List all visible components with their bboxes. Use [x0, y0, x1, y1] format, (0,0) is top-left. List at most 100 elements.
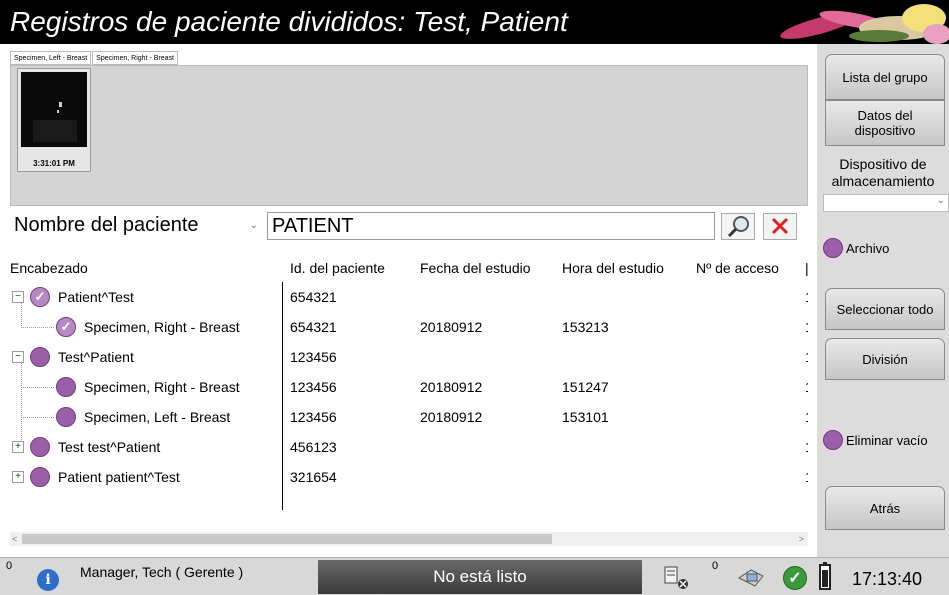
info-icon[interactable]: i [37, 569, 59, 591]
table-row[interactable]: − ✓ Patient^Test 654321 1 [10, 282, 808, 312]
patient-table: Encabezado Id. del paciente Fecha del es… [10, 256, 808, 540]
collapse-icon[interactable]: − [12, 351, 24, 363]
circle-icon[interactable] [30, 467, 50, 487]
clear-search-button[interactable] [763, 213, 797, 240]
checked-circle-icon[interactable]: ✓ [30, 287, 50, 307]
search-icon [727, 216, 749, 238]
storage-device-select[interactable]: ⌄ [823, 194, 949, 212]
row-study-date: 20180912 [420, 409, 483, 425]
row-name: Patient patient^Test [58, 469, 180, 485]
thumbnail-image [21, 72, 87, 147]
row-truncated-value: 1 [805, 462, 808, 492]
scroll-left-icon[interactable]: < [12, 532, 17, 546]
select-all-button[interactable]: Seleccionar todo [825, 288, 945, 330]
row-study-date: 20180912 [420, 379, 483, 395]
row-patient-id: 123456 [290, 349, 337, 365]
network-icon[interactable] [735, 564, 769, 590]
expand-icon[interactable]: + [12, 441, 24, 453]
notification-count: 0 [6, 560, 13, 572]
column-header-encabezado[interactable]: Encabezado [10, 256, 88, 280]
row-patient-id: 456123 [290, 439, 337, 455]
thumbnail-time: 3:31:01 PM [33, 159, 75, 168]
right-panel: Lista del grupo Datos del dispositivo Di… [817, 44, 949, 557]
chevron-down-icon: ⌄ [936, 195, 945, 206]
delete-empty-label: Eliminar vacío [846, 432, 928, 448]
back-button[interactable]: Atrás [825, 486, 945, 530]
title-bar: Registros de paciente divididos: Test, P… [0, 0, 949, 44]
search-button[interactable] [721, 213, 755, 240]
search-input[interactable] [267, 212, 715, 240]
row-truncated-value: 1 [805, 432, 808, 462]
search-field-select[interactable]: Nombre del paciente ⌄ [10, 212, 264, 240]
window-title: Registros de paciente divididos: Test, P… [10, 6, 568, 37]
column-header-patient-id[interactable]: Id. del paciente [290, 256, 385, 280]
row-study-time: 153213 [562, 319, 609, 335]
horizontal-scrollbar[interactable]: < > [10, 532, 808, 546]
queue-count: 0 [712, 560, 719, 572]
archive-option[interactable]: Archivo [823, 236, 889, 260]
row-patient-id: 654321 [290, 319, 337, 335]
collapse-icon[interactable]: − [12, 291, 24, 303]
main-panel: Specimen, Left - Breast Specimen, Right … [0, 44, 817, 557]
row-name: Test test^Patient [58, 439, 161, 455]
row-patient-id: 654321 [290, 289, 337, 305]
table-row[interactable]: Specimen, Right - Breast 123456 20180912… [10, 372, 808, 402]
battery-icon[interactable] [817, 562, 833, 592]
thumbnail-area: 3:31:01 PM [10, 65, 808, 206]
circle-icon [823, 430, 843, 450]
delete-empty-option[interactable]: Eliminar vacío [823, 428, 928, 452]
circle-icon[interactable] [56, 377, 76, 397]
device-data-button[interactable]: Datos del dispositivo [825, 100, 945, 146]
column-header-truncated: | [805, 260, 808, 276]
tab-specimen-left[interactable]: Specimen, Left - Breast [10, 51, 92, 65]
column-header-study-time[interactable]: Hora del estudio [562, 256, 664, 280]
system-status-message: No está listo [318, 560, 642, 594]
row-patient-id: 123456 [290, 379, 337, 395]
table-row[interactable]: Specimen, Left - Breast 123456 20180912 … [10, 402, 808, 432]
row-name: Patient^Test [58, 289, 134, 305]
row-truncated-value: 1 [805, 282, 808, 312]
row-study-time: 151247 [562, 379, 609, 395]
search-field-value: Nombre del paciente [14, 214, 199, 236]
archive-label: Archivo [846, 240, 890, 256]
row-name: Specimen, Right - Breast [84, 379, 240, 395]
series-tabs: Specimen, Left - Breast Specimen, Right … [10, 51, 179, 65]
table-row[interactable]: + Test test^Patient 456123 1 [10, 432, 808, 462]
circle-icon [823, 238, 843, 258]
print-queue-icon[interactable] [661, 563, 691, 591]
scroll-right-icon[interactable]: > [799, 532, 804, 546]
row-patient-id: 321654 [290, 469, 337, 485]
scrollbar-thumb[interactable] [22, 534, 552, 544]
check-status-icon[interactable]: ✓ [783, 566, 807, 590]
row-patient-id: 123456 [290, 409, 337, 425]
split-button[interactable]: División [825, 338, 945, 380]
table-row[interactable]: + Patient patient^Test 321654 1 [10, 462, 808, 492]
expand-icon[interactable]: + [12, 471, 24, 483]
chevron-down-icon: ⌄ [249, 220, 258, 231]
row-truncated-value: 1 [805, 312, 808, 342]
checked-circle-icon[interactable]: ✓ [56, 317, 76, 337]
table-row[interactable]: ✓ Specimen, Right - Breast 654321 201809… [10, 312, 808, 342]
row-name: Specimen, Left - Breast [84, 409, 231, 425]
row-name: Specimen, Right - Breast [84, 319, 240, 335]
column-header-study-date[interactable]: Fecha del estudio [420, 256, 531, 280]
group-list-button[interactable]: Lista del grupo [825, 54, 945, 100]
close-icon [771, 217, 789, 235]
circle-icon[interactable] [56, 407, 76, 427]
row-truncated-value: 1 [805, 342, 808, 372]
clock: 17:13:40 [852, 569, 923, 589]
table-row[interactable]: − Test^Patient 123456 1 [10, 342, 808, 372]
row-truncated-value: 1 [805, 402, 808, 432]
storage-device-label: Dispositivo de almacenamiento [831, 156, 935, 189]
row-study-date: 20180912 [420, 319, 483, 335]
current-user[interactable]: Manager, Tech ( Gerente ) [80, 564, 243, 580]
search-row: Nombre del paciente ⌄ [10, 212, 808, 240]
image-thumbnail[interactable]: 3:31:01 PM [17, 68, 91, 172]
circle-icon[interactable] [30, 347, 50, 367]
status-bar: 0 i Manager, Tech ( Gerente ) No está li… [0, 557, 949, 595]
column-header-accession[interactable]: Nº de acceso [696, 256, 779, 280]
flower-banner-image [759, 0, 949, 44]
row-study-time: 153101 [562, 409, 609, 425]
circle-icon[interactable] [30, 437, 50, 457]
tab-specimen-right[interactable]: Specimen, Right - Breast [92, 51, 178, 65]
